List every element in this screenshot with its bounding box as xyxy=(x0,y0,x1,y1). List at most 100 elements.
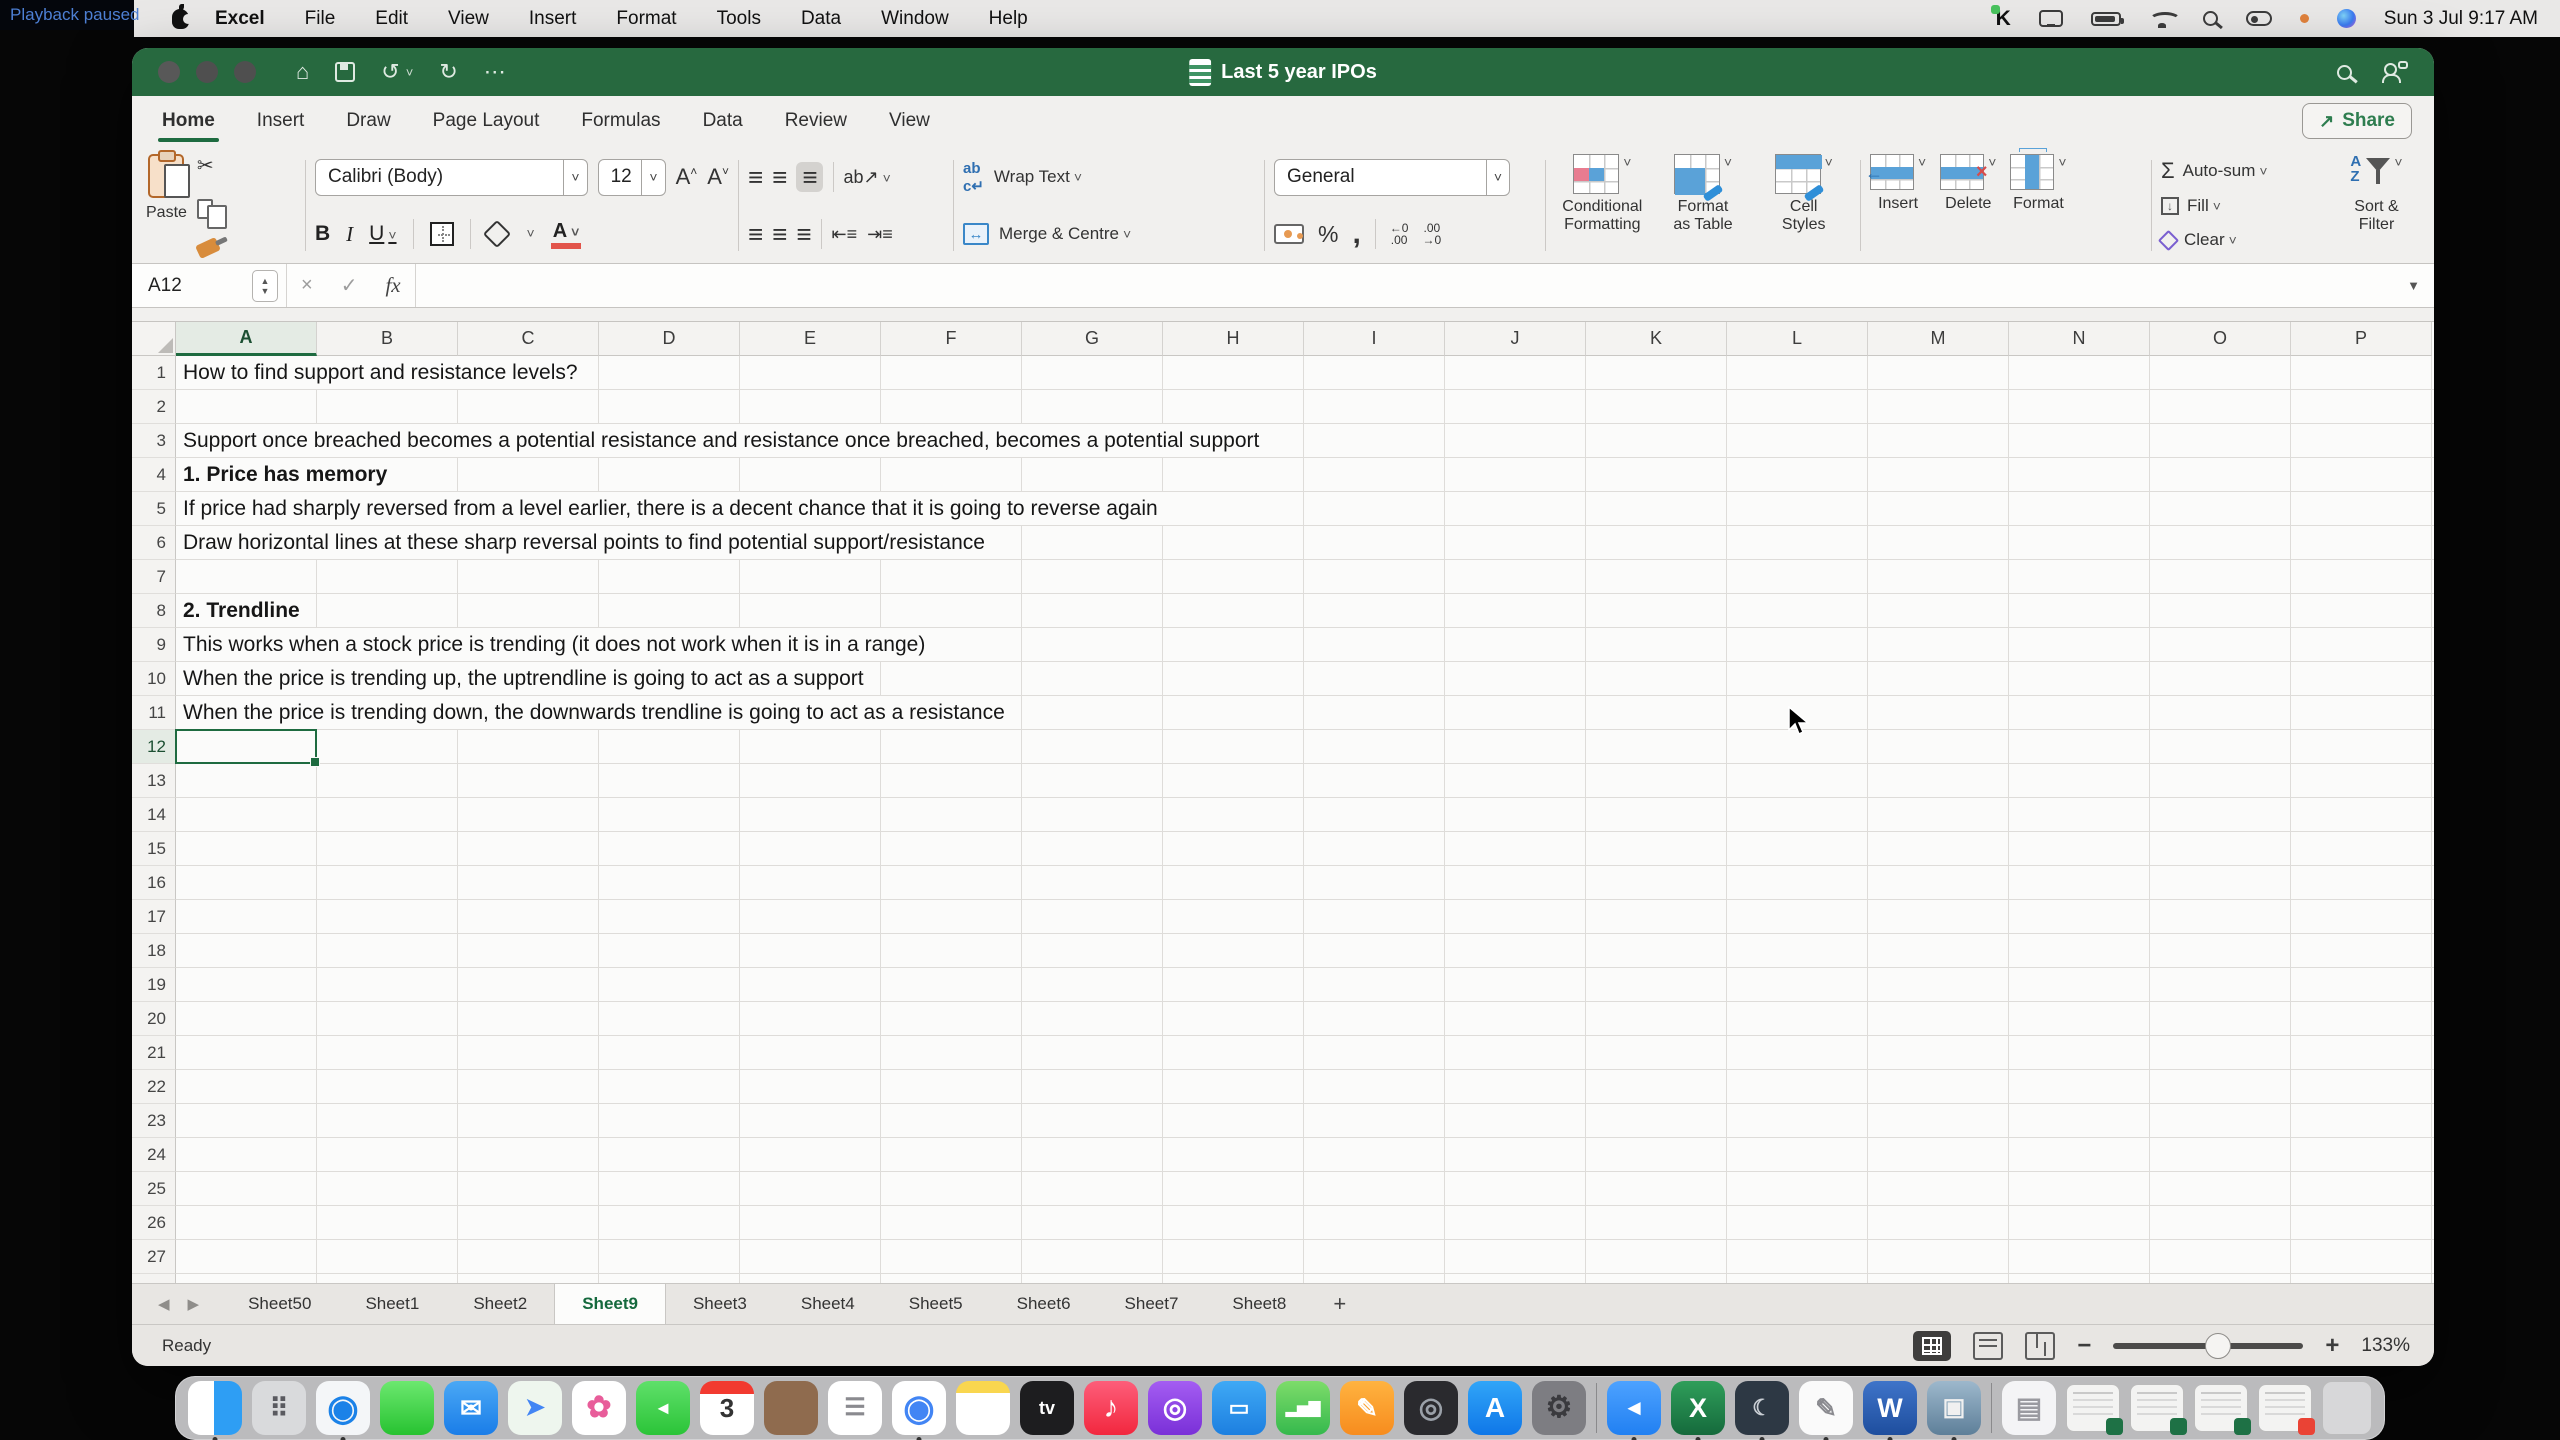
zoom-window-button[interactable] xyxy=(234,61,256,83)
page-break-view-button[interactable] xyxy=(2025,1332,2055,1360)
next-sheet-arrow[interactable]: ▶ xyxy=(188,1295,200,1313)
fill-color-button[interactable] xyxy=(482,220,510,248)
align-bottom-button[interactable]: ≡ xyxy=(796,162,822,192)
row-number-1[interactable]: 1 xyxy=(132,356,176,390)
orientation-button[interactable]: ab↗ xyxy=(844,167,891,188)
tab-home[interactable]: Home xyxy=(162,96,215,146)
row-number-17[interactable]: 17 xyxy=(132,900,176,934)
column-header-M[interactable]: M xyxy=(1868,322,2009,356)
select-all-corner[interactable] xyxy=(132,322,176,356)
sheet-tab-sheet1[interactable]: Sheet1 xyxy=(338,1284,446,1324)
close-window-button[interactable] xyxy=(158,61,180,83)
dock-numbers-icon[interactable]: ▂▅▇ xyxy=(1276,1381,1330,1435)
borders-button[interactable] xyxy=(430,222,454,246)
dock-photos-icon[interactable]: ✿ xyxy=(572,1381,626,1435)
k-app-icon[interactable]: K xyxy=(1996,7,2011,31)
row-number-27[interactable]: 27 xyxy=(132,1240,176,1274)
row-number-24[interactable]: 24 xyxy=(132,1138,176,1172)
row-cells[interactable]: How to find support and resistance level… xyxy=(176,356,2434,390)
menubar-clock[interactable]: Sun 3 Jul 9:17 AM xyxy=(2384,8,2538,30)
format-painter-icon[interactable] xyxy=(195,237,221,259)
name-box[interactable]: A12 xyxy=(132,264,252,307)
tab-page-layout[interactable]: Page Layout xyxy=(433,96,540,146)
row-number-19[interactable]: 19 xyxy=(132,968,176,1002)
row-cells[interactable] xyxy=(176,1104,2434,1138)
delete-cells-button[interactable]: × Delete xyxy=(1940,154,1996,257)
number-format-select[interactable]: General ˅ xyxy=(1274,159,1510,196)
dock-podcasts-icon[interactable]: ◎ xyxy=(1148,1381,1202,1435)
comma-style-button[interactable]: , xyxy=(1352,229,1360,239)
fill-color-chevron[interactable] xyxy=(523,225,535,243)
format-as-table-button[interactable]: Format as Table xyxy=(1656,154,1751,257)
dock-apple-tv-icon[interactable]: tv xyxy=(1020,1381,1074,1435)
align-left-button[interactable]: ≡ xyxy=(748,221,762,247)
column-header-E[interactable]: E xyxy=(740,322,881,356)
dock-music-icon[interactable]: ♪ xyxy=(1084,1381,1138,1435)
align-right-button[interactable]: ≡ xyxy=(796,221,810,247)
dock-unknown-brown-app-icon[interactable] xyxy=(764,1381,818,1435)
column-header-D[interactable]: D xyxy=(599,322,740,356)
accounting-format-button[interactable] xyxy=(1274,224,1304,244)
column-header-J[interactable]: J xyxy=(1445,322,1586,356)
home-icon[interactable]: ⌂ xyxy=(296,61,309,83)
sheet-tab-sheet5[interactable]: Sheet5 xyxy=(882,1284,990,1324)
dock-reminders-icon[interactable]: ☰ xyxy=(828,1381,882,1435)
row-cells[interactable] xyxy=(176,1172,2434,1206)
insert-function-icon[interactable]: fx xyxy=(385,273,400,298)
cut-icon[interactable]: ✂ xyxy=(197,156,219,176)
dock-system-settings-icon[interactable]: ⚙ xyxy=(1532,1381,1586,1435)
increase-font-size-button[interactable]: A˄ xyxy=(676,164,698,190)
align-middle-button[interactable]: ≡ xyxy=(772,164,786,190)
font-size-select[interactable]: 12 ˅ xyxy=(598,159,666,196)
menu-item-file[interactable]: File xyxy=(305,8,336,30)
paste-button[interactable]: Paste xyxy=(146,154,187,257)
undo-chevron-icon[interactable]: ˅ xyxy=(406,65,414,80)
row-number-26[interactable]: 26 xyxy=(132,1206,176,1240)
row-cells[interactable]: 2. Trendline xyxy=(176,594,2434,628)
column-header-A[interactable]: A xyxy=(176,322,317,356)
row-number-21[interactable]: 21 xyxy=(132,1036,176,1070)
menu-item-tools[interactable]: Tools xyxy=(717,8,761,30)
row-cells[interactable]: When the price is trending up, the uptre… xyxy=(176,662,2434,696)
row-cells[interactable] xyxy=(176,730,2434,764)
increase-decimal-button[interactable]: ←0 .00 xyxy=(1390,222,1409,246)
row-cells[interactable] xyxy=(176,1206,2434,1240)
percent-style-button[interactable]: % xyxy=(1318,221,1338,248)
row-number-10[interactable]: 10 xyxy=(132,662,176,696)
row-number-6[interactable]: 6 xyxy=(132,526,176,560)
row-cells[interactable] xyxy=(176,866,2434,900)
row-cells[interactable] xyxy=(176,764,2434,798)
sheet-tab-sheet3[interactable]: Sheet3 xyxy=(666,1284,774,1324)
format-cells-button[interactable]: Format xyxy=(2010,154,2066,257)
dock-chrome-icon[interactable]: ◉ xyxy=(892,1381,946,1435)
sheet-tab-sheet7[interactable]: Sheet7 xyxy=(1098,1284,1206,1324)
menu-item-insert[interactable]: Insert xyxy=(529,8,577,30)
row-cells[interactable] xyxy=(176,1240,2434,1274)
minimize-window-button[interactable] xyxy=(196,61,218,83)
dock-safari-icon[interactable]: ◉ xyxy=(316,1381,370,1435)
row-cells[interactable]: When the price is trending down, the dow… xyxy=(176,696,2434,730)
merge-centre-button[interactable]: ↔ Merge & Centre xyxy=(963,211,1255,257)
row-cells[interactable] xyxy=(176,968,2434,1002)
row-number-7[interactable]: 7 xyxy=(132,560,176,594)
save-icon[interactable] xyxy=(335,62,355,82)
column-header-I[interactable]: I xyxy=(1304,322,1445,356)
page-layout-view-button[interactable] xyxy=(1973,1332,2003,1360)
row-number-9[interactable]: 9 xyxy=(132,628,176,662)
dock-messages-icon[interactable] xyxy=(380,1381,434,1435)
menu-item-data[interactable]: Data xyxy=(801,8,841,30)
zoom-slider[interactable] xyxy=(2113,1343,2303,1349)
row-number-13[interactable]: 13 xyxy=(132,764,176,798)
insert-cells-button[interactable]: ← Insert xyxy=(1870,154,1926,257)
menu-item-view[interactable]: View xyxy=(448,8,489,30)
dock-unknown-photo-app-icon[interactable]: ▣ xyxy=(1927,1381,1981,1435)
increase-indent-button[interactable]: ⇥≡ xyxy=(867,224,893,245)
menu-item-format[interactable]: Format xyxy=(616,8,676,30)
share-user-icon[interactable] xyxy=(2382,61,2408,83)
zoom-in-button[interactable]: + xyxy=(2325,1332,2339,1360)
tab-data[interactable]: Data xyxy=(703,96,743,146)
row-number-18[interactable]: 18 xyxy=(132,934,176,968)
row-cells[interactable] xyxy=(176,900,2434,934)
dock-excel-icon[interactable]: X xyxy=(1671,1381,1725,1435)
row-number-12[interactable]: 12 xyxy=(132,730,176,764)
